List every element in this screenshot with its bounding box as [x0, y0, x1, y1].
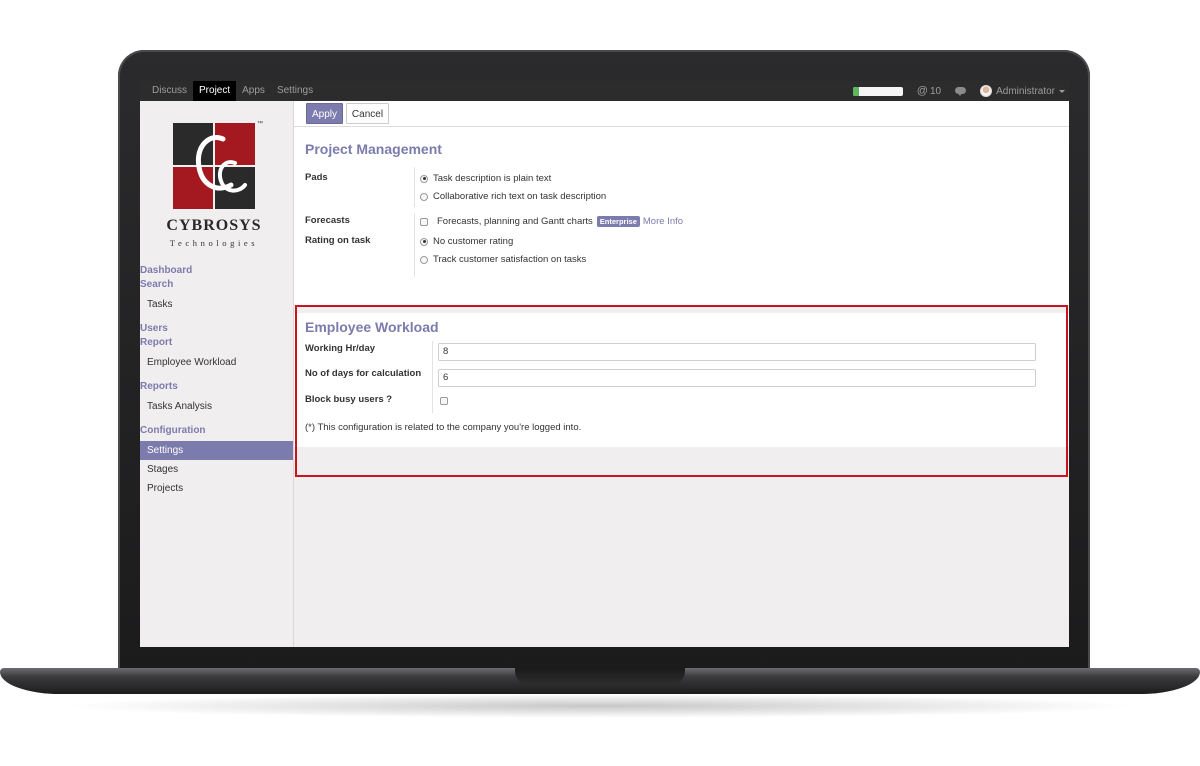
radio-button-checked[interactable] — [420, 237, 428, 246]
rating-option-none-label: No customer rating — [433, 236, 514, 247]
company-note: (*) This configuration is related to the… — [305, 422, 582, 433]
sidebar-item-tasks[interactable]: Tasks — [140, 295, 293, 314]
employee-workload-section: Employee Workload Working Hr/day 8 No of… — [294, 313, 1069, 447]
cybrosys-logo-mark — [173, 123, 255, 209]
sidebar-item-stages[interactable]: Stages — [140, 460, 293, 479]
sidebar-item-settings[interactable]: Settings — [140, 441, 293, 460]
block-busy-label: Block busy users ? — [305, 394, 393, 405]
more-info-link[interactable]: More Info — [643, 216, 683, 227]
days-label: No of days for calculation — [305, 368, 422, 379]
control-panel: Apply Cancel — [294, 101, 1069, 127]
nav-settings[interactable]: Settings — [271, 81, 319, 101]
pads-label: Pads — [305, 172, 328, 183]
rating-option-none[interactable]: No customer rating — [420, 236, 513, 247]
days-input[interactable]: 6 — [438, 369, 1036, 387]
at-icon: @ — [916, 85, 928, 97]
trademark-symbol: ™ — [257, 121, 263, 127]
forecasts-option[interactable]: Forecasts, planning and Gantt charts Ent… — [420, 216, 683, 227]
radio-button[interactable] — [420, 192, 428, 201]
pads-option-plain-label: Task description is plain text — [433, 173, 552, 184]
caret-down-icon — [1059, 89, 1065, 93]
sidebar-section-configuration[interactable]: Configuration — [140, 424, 293, 438]
divider — [414, 167, 415, 207]
screen: Discuss Project Apps Settings @ 10 Admin… — [140, 81, 1069, 647]
forecasts-label: Forecasts — [305, 215, 350, 226]
sidebar-menu: Dashboard Search Tasks Users Report Empl… — [140, 264, 293, 498]
laptop-shadow — [60, 694, 1140, 718]
avatar — [980, 85, 993, 97]
progress-bar[interactable] — [852, 86, 903, 96]
chat-icon[interactable] — [955, 86, 967, 96]
sidebar-section-report[interactable]: Report — [140, 336, 293, 350]
employee-workload-heading: Employee Workload — [305, 319, 439, 335]
progress-bar-fill — [852, 86, 859, 96]
forecasts-option-label: Forecasts, planning and Gantt charts — [437, 216, 593, 227]
working-hr-input[interactable]: 8 — [438, 343, 1036, 361]
pads-option-plain[interactable]: Task description is plain text — [420, 173, 551, 184]
nav-discuss[interactable]: Discuss — [146, 81, 193, 101]
sidebar: ™ CYBROSYS Technologies Dashboard Search… — [140, 101, 294, 647]
sidebar-section-users[interactable]: Users — [140, 322, 293, 336]
divider — [432, 341, 433, 413]
logo-name: CYBROSYS — [166, 217, 262, 234]
sidebar-section-search[interactable]: Search — [140, 278, 293, 292]
nav-apps[interactable]: Apps — [236, 81, 271, 101]
user-menu[interactable]: Administrator — [980, 85, 1069, 97]
working-hr-label: Working Hr/day — [305, 343, 376, 354]
mentions-button[interactable]: @ 10 — [917, 85, 941, 97]
pads-option-collaborative-label: Collaborative rich text on task descript… — [433, 191, 607, 202]
cancel-button[interactable]: Cancel — [346, 103, 389, 124]
sidebar-item-employee-workload[interactable]: Employee Workload — [140, 353, 293, 372]
top-bar: Discuss Project Apps Settings @ 10 Admin… — [140, 81, 1069, 101]
pads-option-collaborative[interactable]: Collaborative rich text on task descript… — [420, 191, 606, 202]
rating-option-track-label: Track customer satisfaction on tasks — [433, 254, 587, 265]
mention-count: 10 — [929, 85, 942, 97]
divider — [414, 213, 415, 277]
block-busy-checkbox[interactable] — [440, 397, 448, 405]
sidebar-section-dashboard[interactable]: Dashboard — [140, 264, 293, 278]
logo-subtitle: Technologies — [169, 238, 259, 248]
radio-button[interactable] — [420, 255, 428, 264]
rating-option-track[interactable]: Track customer satisfaction on tasks — [420, 254, 586, 265]
project-management-heading: Project Management — [305, 141, 442, 157]
sidebar-item-projects[interactable]: Projects — [140, 479, 293, 498]
top-right-tray: @ 10 Administrator — [852, 81, 1069, 101]
user-name: Administrator — [996, 85, 1055, 97]
rating-label: Rating on task — [305, 235, 371, 246]
radio-button-checked[interactable] — [420, 174, 428, 183]
apply-button[interactable]: Apply — [306, 103, 343, 124]
forecasts-checkbox[interactable] — [420, 217, 428, 226]
enterprise-badge: Enterprise — [596, 216, 640, 227]
nav-project[interactable]: Project — [193, 81, 237, 101]
main-content: Apply Cancel Project Management Pads Tas… — [294, 101, 1069, 647]
sidebar-item-tasks-analysis[interactable]: Tasks Analysis — [140, 397, 293, 416]
project-management-section: Project Management Pads Task description… — [294, 127, 1069, 305]
laptop-notch — [515, 668, 685, 685]
sidebar-section-reports[interactable]: Reports — [140, 380, 293, 394]
company-logo: ™ CYBROSYS Technologies — [165, 121, 275, 251]
